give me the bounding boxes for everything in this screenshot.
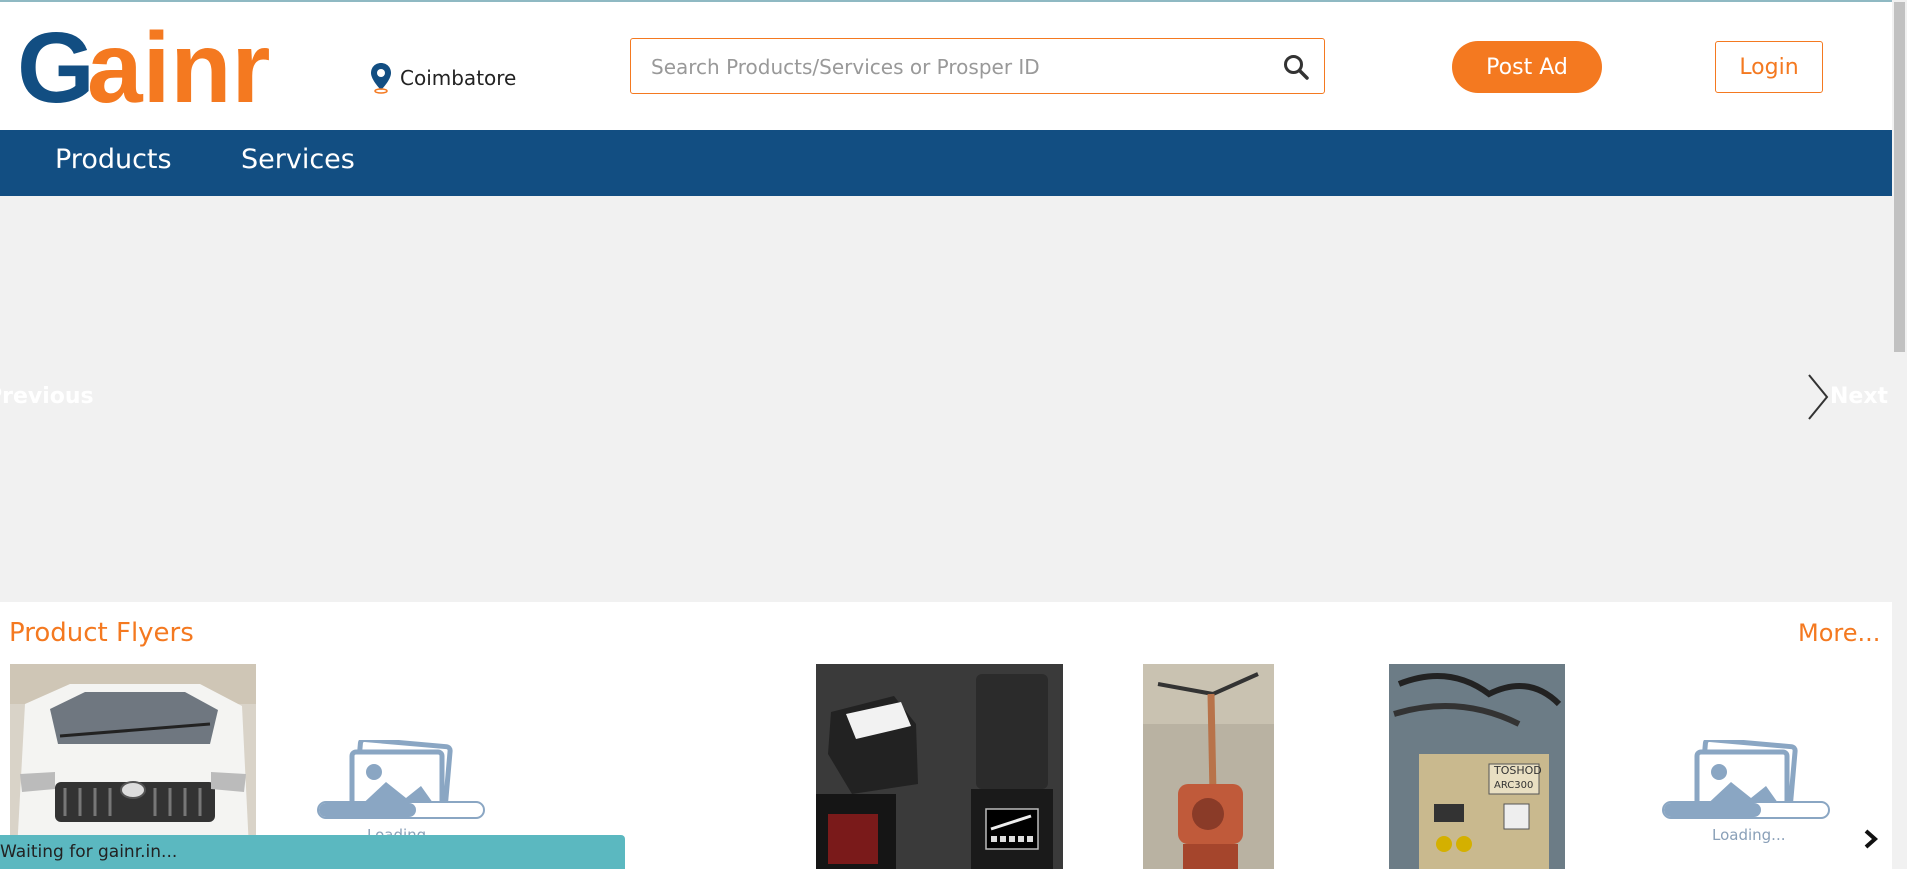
flyers-next-button[interactable] [1856, 808, 1886, 869]
chevron-right-icon [1864, 829, 1879, 848]
search-box [630, 38, 1325, 94]
status-text: Waiting for gainr.in... [0, 842, 178, 862]
section-title: Product Flyers [9, 618, 194, 648]
flyer-image-tiller[interactable] [1143, 664, 1274, 869]
image-placeholder-icon [317, 740, 485, 819]
gainr-logo[interactable]: G ainr [17, 20, 292, 112]
svg-text:ARC300: ARC300 [1494, 780, 1533, 791]
image-placeholder-icon [1662, 740, 1830, 819]
login-button[interactable]: Login [1715, 41, 1823, 93]
map-pin-icon [371, 63, 391, 94]
svg-text:ainr: ainr [87, 20, 270, 112]
svg-text:TOSHOD: TOSHOD [1493, 764, 1542, 777]
search-icon[interactable] [1282, 53, 1310, 81]
svg-text:G: G [17, 20, 95, 112]
more-link[interactable]: More... [1798, 619, 1880, 647]
scrollbar-thumb[interactable] [1894, 2, 1905, 352]
carousel-next-button[interactable]: Next [1830, 384, 1888, 409]
loading-text: Loading... [1712, 826, 1786, 844]
nav-item-services[interactable]: Services [241, 144, 355, 175]
flyer-image-welder[interactable]: TOSHOD ARC300 [1389, 664, 1565, 869]
chevron-right-icon[interactable] [1806, 372, 1830, 422]
main-nav: Products Services [0, 130, 1892, 196]
nav-item-products[interactable]: Products [55, 144, 172, 175]
page-scrollbar[interactable] [1892, 0, 1907, 869]
flyer-image-flash[interactable] [816, 664, 1063, 869]
post-ad-button[interactable]: Post Ad [1452, 41, 1602, 93]
search-input[interactable] [649, 51, 1253, 83]
location-selector[interactable]: Coimbatore [370, 62, 516, 94]
browser-status-bar: Waiting for gainr.in... [0, 835, 625, 869]
site-header: G ainr Coimbatore Post Ad Login [0, 2, 1892, 130]
carousel-prev-button[interactable]: Previous [0, 384, 94, 409]
banner-carousel: Previous Next [0, 196, 1892, 602]
location-label: Coimbatore [400, 66, 517, 90]
